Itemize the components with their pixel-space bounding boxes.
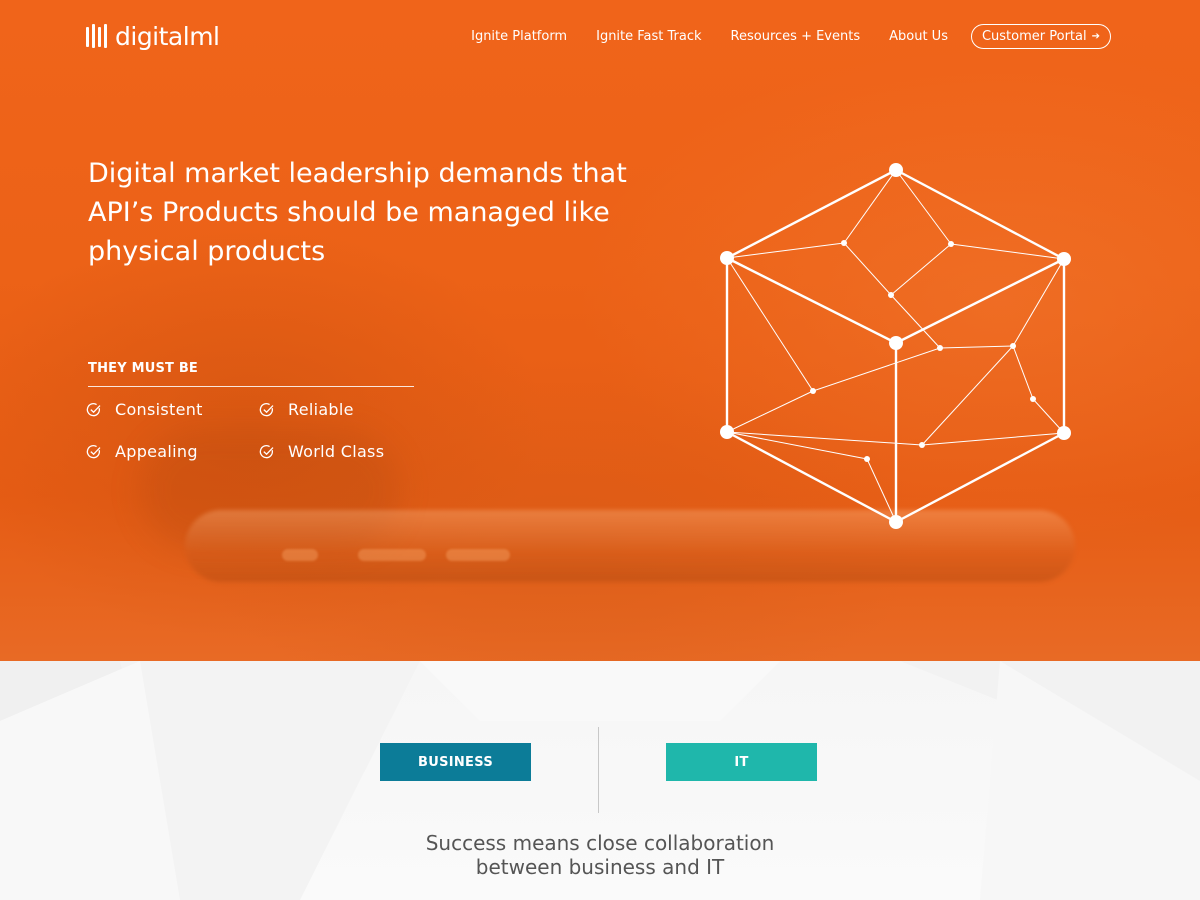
quality-item-consistent: Consistent xyxy=(86,400,203,419)
check-circle-icon xyxy=(86,444,101,458)
check-circle-icon xyxy=(259,444,274,458)
check-circle-icon xyxy=(86,402,101,416)
tagline-line-1: Success means close collaboration xyxy=(425,831,775,855)
collaboration-tagline: Success means close collaboration betwee… xyxy=(350,831,850,879)
phone-button-shape xyxy=(446,549,510,561)
cube-network-icon xyxy=(720,163,1071,529)
quality-label: Consistent xyxy=(115,400,203,419)
collaboration-section: BUSINESS IT Success means close collabor… xyxy=(0,661,1200,900)
customer-portal-label: Customer Portal xyxy=(981,29,1087,44)
quality-item-reliable: Reliable xyxy=(259,400,354,419)
nav-link-ignite-fast-track[interactable]: Ignite Fast Track xyxy=(596,29,701,44)
nav-link-ignite-platform[interactable]: Ignite Platform xyxy=(471,29,567,44)
quality-label: Reliable xyxy=(288,400,354,419)
hero-section: digitalml Ignite Platform Ignite Fast Tr… xyxy=(0,0,1200,661)
nav-link-resources-events[interactable]: Resources + Events xyxy=(731,29,861,44)
nav-links: Ignite Platform Ignite Fast Track Resour… xyxy=(442,24,1111,49)
tagline-line-2: between business and IT xyxy=(475,855,725,879)
quality-label: World Class xyxy=(288,442,385,461)
check-circle-icon xyxy=(259,402,274,416)
quality-item-appealing: Appealing xyxy=(86,442,198,461)
bars-logo-icon xyxy=(86,24,107,48)
phone-button-shape xyxy=(358,549,426,561)
top-nav: digitalml Ignite Platform Ignite Fast Tr… xyxy=(0,0,1200,72)
vertical-divider xyxy=(598,727,599,813)
it-button[interactable]: IT xyxy=(666,743,817,781)
must-be-divider xyxy=(88,386,414,387)
quality-label: Appealing xyxy=(115,442,198,461)
quality-item-world-class: World Class xyxy=(259,442,384,461)
must-be-label: THEY MUST BE xyxy=(88,361,199,376)
customer-portal-button[interactable]: Customer Portal ➔ xyxy=(970,24,1111,49)
nav-link-about-us[interactable]: About Us xyxy=(889,29,948,44)
brand-logo[interactable]: digitalml xyxy=(86,20,220,52)
phone-button-shape xyxy=(282,549,318,561)
arrow-right-icon: ➔ xyxy=(1091,31,1100,42)
business-button[interactable]: BUSINESS xyxy=(380,743,531,781)
brand-name: digitalml xyxy=(115,21,220,51)
hero-headline: Digital market leadership demands that A… xyxy=(88,158,627,267)
